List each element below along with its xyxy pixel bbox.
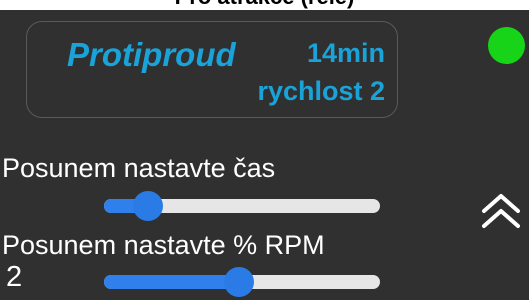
time-slider[interactable]: [104, 191, 380, 221]
header-strip: Pro atrakce (relé): [0, 0, 529, 10]
program-speed: rychlost 2: [257, 76, 385, 106]
program-card[interactable]: Protiproud 14min rychlost 2: [26, 21, 398, 118]
expand-button[interactable]: [478, 180, 524, 240]
page-title: Pro atrakce (relé): [0, 0, 529, 10]
rpm-slider-label: Posunem nastavte % RPM: [2, 230, 325, 260]
program-duration: 14min: [306, 38, 385, 68]
control-panel: Protiproud 14min rychlost 2 Posunem nast…: [0, 10, 529, 300]
rpm-value: 2: [6, 261, 23, 293]
status-indicator: [488, 27, 525, 64]
rpm-slider[interactable]: [104, 267, 380, 297]
rpm-slider-fill: [104, 275, 240, 289]
time-slider-label: Posunem nastavte čas: [2, 153, 276, 183]
double-chevron-up-icon: [482, 194, 520, 228]
program-name: Protiproud: [67, 36, 236, 73]
time-slider-thumb[interactable]: [133, 191, 164, 221]
rpm-slider-thumb[interactable]: [224, 267, 255, 297]
